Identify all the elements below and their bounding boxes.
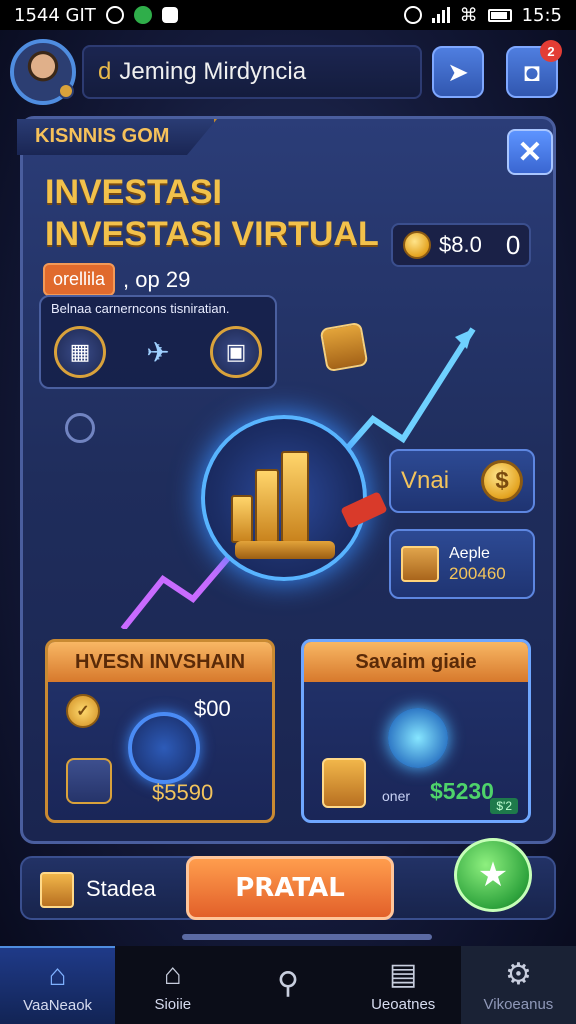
panel-ribbon: KISNNIS GOM [17, 119, 217, 155]
player-name-bar[interactable]: d Jeming Mirdyncia [82, 45, 422, 99]
coin-amount: $8.0 [439, 232, 482, 257]
portfolio-icon[interactable]: ▦ [54, 326, 106, 378]
investment-panel: KISNNIS GOM ✕ INVESTASI INVESTASI VIRTUA… [17, 116, 556, 844]
apple-label: Aeple [449, 545, 490, 562]
wifi-icon: ⌘ [459, 4, 478, 26]
coin-icon [403, 231, 431, 259]
card-small-label: oner [382, 788, 411, 804]
close-icon: ✕ [517, 135, 543, 169]
rank-button[interactable]: ➤ [432, 46, 484, 98]
card-value-top: $00 [194, 696, 231, 721]
star-check-icon: ★ [477, 856, 509, 894]
page-title: INVESTASI INVESTASI VIRTUAL [45, 173, 379, 253]
chart-bar-icon [281, 451, 309, 543]
signal-icon [431, 7, 450, 23]
fruit-icon [66, 758, 112, 804]
coin-extra: 0 [505, 229, 521, 260]
status-bar: 1544 GIT ⌘ 15:5 [0, 0, 576, 30]
rank-icon: ➤ [447, 56, 469, 87]
avatar-badge-icon [58, 83, 74, 99]
player-tag: d [98, 58, 112, 85]
nav-item-settings[interactable]: ⚙ Vikoeanus [460, 946, 576, 1024]
nav-item-inbox[interactable]: ▤ Ueoatnes [346, 946, 461, 1024]
nav-label: Ueoatnes [371, 995, 436, 1013]
check-icon: ✓ [66, 694, 100, 728]
status-time: 15:5 [521, 4, 562, 26]
home-indicator[interactable] [182, 934, 432, 940]
card-value: $5230 [430, 778, 494, 804]
apple-value: 200460 [449, 564, 506, 583]
chat-icon: ◘ [524, 56, 540, 87]
crate-icon [401, 546, 439, 582]
close-button[interactable]: ✕ [507, 129, 553, 175]
lock-icon [65, 413, 95, 443]
nav-item-store[interactable]: ⌂ Sioiie [115, 946, 230, 1024]
player-name: Jeming Mirdyncia [119, 58, 307, 85]
search-icon: ⚲ [277, 966, 299, 1000]
card-title: Savaim giaie [304, 642, 528, 682]
store-icon: ⌂ [163, 957, 182, 991]
nav-label: Vikoeanus [483, 995, 554, 1013]
investment-orb[interactable] [201, 415, 388, 581]
notification-badge: 2 [540, 40, 562, 62]
chart-bar-icon [231, 495, 253, 543]
confirm-button[interactable]: ★ [454, 838, 532, 912]
money-bag-icon [322, 758, 366, 808]
token-icon [128, 712, 200, 784]
nav-label: VaaNeaok [23, 996, 93, 1014]
game-header: d Jeming Mirdyncia ➤ ◘ 2 [10, 34, 566, 110]
primary-action-button[interactable]: PRATAL [186, 856, 394, 920]
coin-counter[interactable]: $8.0 0 [391, 223, 531, 267]
investment-card[interactable]: HVESN INVSHAIN ✓ $00 $5590 [45, 639, 275, 823]
vnai-label: Vnai [401, 467, 450, 494]
card-title: HVESN INVSHAIN [48, 642, 272, 682]
stats-icon[interactable] [40, 872, 74, 908]
nav-item-home[interactable]: ⌂ VaaNeaok [0, 946, 116, 1024]
bottom-nav: ⌂ VaaNeaok ⌂ Sioiie ⚲ ▤ Ueoatnes ⚙ Vikoe… [0, 946, 576, 1024]
stats-label[interactable]: Stadea [86, 876, 156, 902]
app-icon [161, 7, 178, 23]
card-value-bottom: $5590 [152, 780, 214, 805]
app-notification-icon [133, 6, 152, 24]
nav-item-search[interactable]: ⚲ [230, 946, 345, 1024]
nav-label: Sioiie [154, 995, 192, 1013]
battery-icon [487, 8, 512, 22]
gear-icon: ⚙ [504, 958, 532, 991]
trophy-base-icon [235, 541, 335, 559]
avatar[interactable] [10, 39, 76, 105]
card-tag: $'2 [490, 798, 518, 814]
coin-icon: $ [481, 460, 523, 502]
alarm-icon [403, 6, 422, 24]
notifications-button[interactable]: ◘ 2 [506, 40, 562, 98]
gem-icon [388, 708, 448, 768]
vnai-button[interactable]: Vnai $ [389, 449, 535, 513]
savings-card[interactable]: Savaim giaie oner $5230 $'2 [301, 639, 531, 823]
data-saver-icon [105, 6, 124, 24]
apple-button[interactable]: Aeple 200460 [389, 529, 535, 599]
status-text: 1544 GIT [14, 4, 96, 26]
chart-bar-icon [255, 469, 279, 543]
inbox-icon: ▤ [389, 958, 418, 991]
home-icon: ⌂ [48, 958, 67, 992]
